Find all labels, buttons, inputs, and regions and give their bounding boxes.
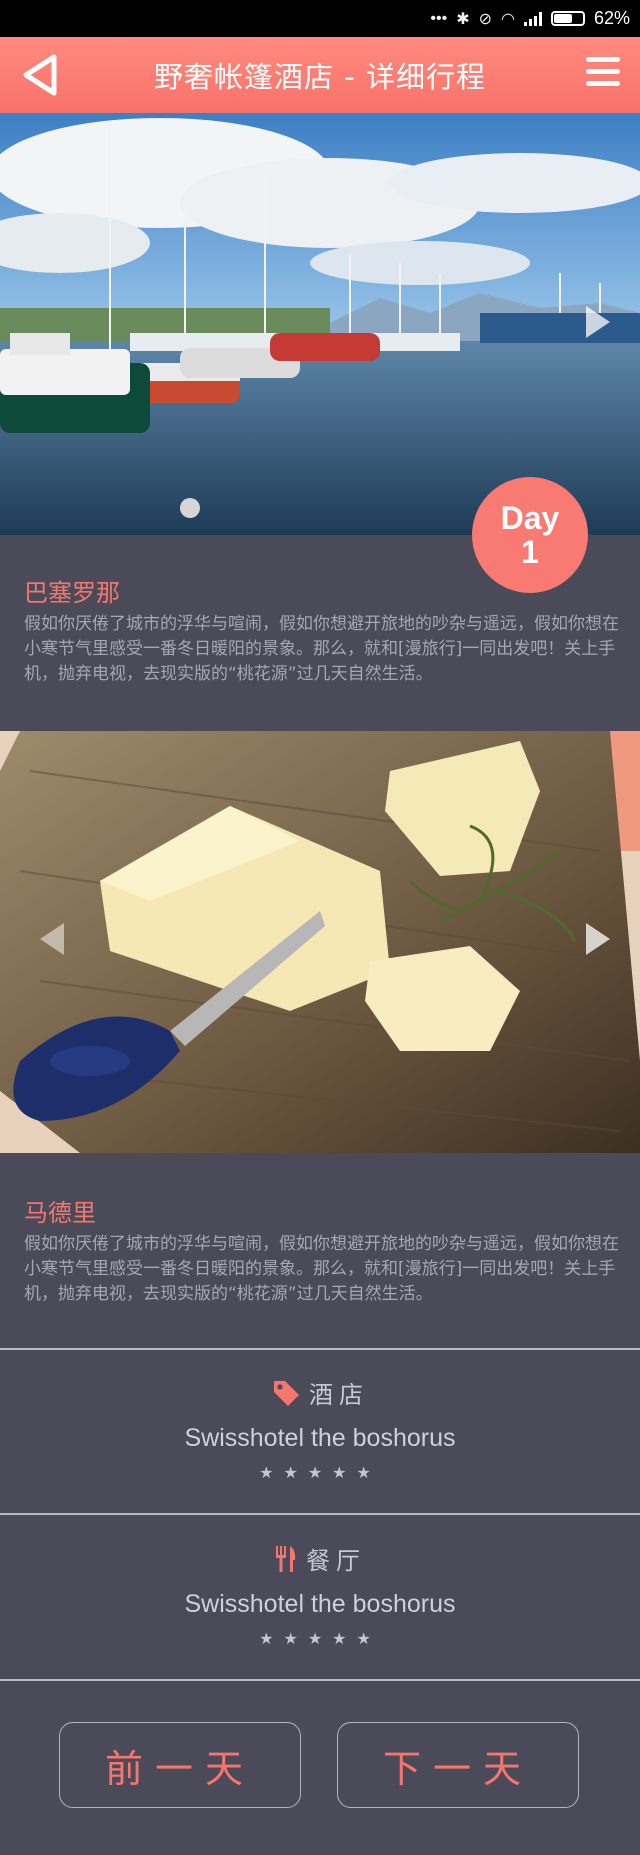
photo-prev-arrow[interactable] xyxy=(40,923,64,955)
signal-icon xyxy=(523,11,542,26)
battery-icon xyxy=(550,11,585,26)
status-bar: ••• ✱ ⊘ ◠ 62% xyxy=(0,0,640,37)
fork-knife-icon xyxy=(276,1545,296,1572)
hotel-name: Swisshotel the boshorus xyxy=(184,1424,456,1452)
wifi-icon: ◠ xyxy=(501,10,515,28)
next-day-button[interactable]: 下一天 xyxy=(337,1722,579,1808)
bluetooth-icon: ✱ xyxy=(456,10,470,28)
hotel-label: 酒店 xyxy=(309,1381,369,1409)
divider xyxy=(0,1348,640,1350)
day-badge: Day 1 xyxy=(472,477,588,593)
menu-icon[interactable] xyxy=(586,57,620,91)
battery-percent: 62% xyxy=(593,8,630,28)
city-description-2: 假如你厌倦了城市的浮华与喧闹，假如你想避开旅地的吵杂与遥远，假如你想在小寒节气里… xyxy=(24,1234,619,1304)
day-badge-label: Day xyxy=(500,500,560,536)
photo-next-arrow[interactable] xyxy=(586,306,610,338)
restaurant-name: Swisshotel the boshorus xyxy=(184,1590,456,1618)
photo-next-arrow-2[interactable] xyxy=(586,923,610,955)
prev-day-button[interactable]: 前一天 xyxy=(59,1722,301,1808)
app-bar: 野奢帐篷酒店 - 详细行程 xyxy=(0,37,640,113)
mute-icon: ⊘ xyxy=(478,10,492,28)
cheese-photo xyxy=(0,731,640,1153)
more-dots-icon: ••• xyxy=(430,9,448,27)
restaurant-rating: ★★★★★ xyxy=(259,1629,381,1648)
day-badge-number: 1 xyxy=(521,534,539,570)
hotel-section: 酒店 Swisshotel the boshorus ★★★★★ xyxy=(0,1375,640,1482)
restaurant-label: 餐厅 xyxy=(306,1547,366,1575)
back-icon[interactable] xyxy=(20,53,62,97)
city-title-2: 马德里 xyxy=(24,1199,96,1227)
city-description: 假如你厌倦了城市的浮华与喧闹，假如你想避开旅地的吵杂与遥远，假如你想在小寒节气里… xyxy=(24,614,619,684)
harbor-photo xyxy=(0,113,640,535)
divider-3 xyxy=(0,1679,640,1681)
page-title: 野奢帐篷酒店 - 详细行程 xyxy=(154,60,486,94)
divider-2 xyxy=(0,1513,640,1515)
hotel-rating: ★★★★★ xyxy=(259,1463,381,1482)
restaurant-section: 餐厅 Swisshotel the boshorus ★★★★★ xyxy=(0,1541,640,1648)
city-title: 巴塞罗那 xyxy=(24,579,120,607)
tag-icon xyxy=(274,1380,299,1406)
